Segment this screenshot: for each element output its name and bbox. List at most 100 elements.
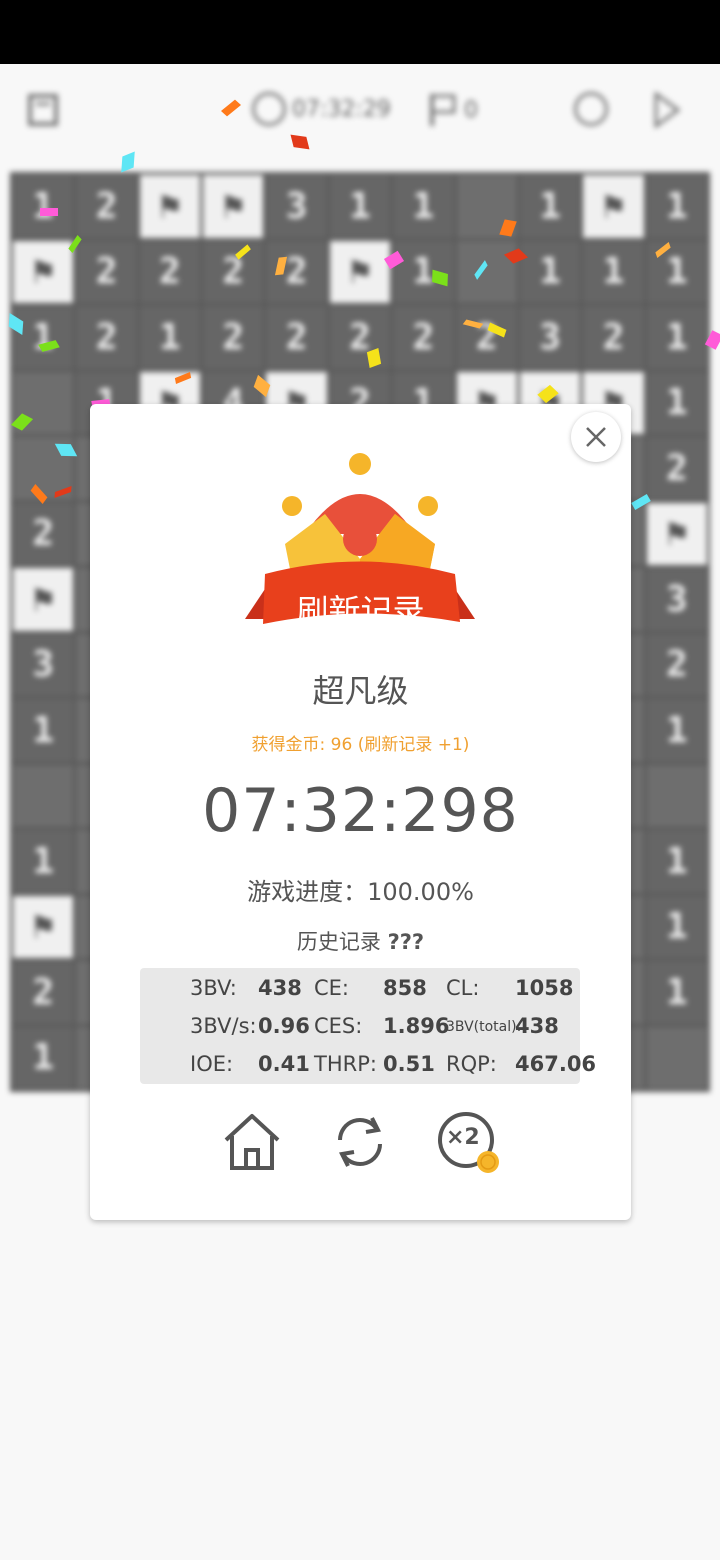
board-cell: ⚑ [203,175,264,238]
board-cell: 1 [646,240,707,303]
flag-icon [430,94,456,126]
confetti-piece [40,208,58,216]
board-cell: 1 [646,895,707,958]
stat-value: 858 [383,976,427,1000]
stats-row: 3BV: 438 CE: 858 CL: 1058 [140,976,580,1006]
board-cell: 2 [456,306,517,369]
flag-counter: 0 [428,92,478,128]
stat-label: IOE: [190,1052,234,1076]
stat-label: THRP: [314,1052,377,1076]
flag-count: 0 [464,97,478,123]
stat-value: 438 [258,976,302,1000]
board-cell: 1 [646,830,707,893]
home-button[interactable] [220,1110,284,1174]
board-cell: 1 [139,306,201,369]
board-cell: 3 [519,306,581,369]
board-cell: 1 [13,1026,74,1089]
restart-icon [338,1117,382,1167]
board-cell: 2 [76,240,137,303]
stat-label: RQP: [446,1052,497,1076]
play-icon[interactable] [652,92,682,128]
clock-icon [252,92,286,126]
board-cell: 1 [393,240,454,303]
stat-value: 0.41 [258,1052,310,1076]
board-cell: 2 [13,961,74,1024]
board-cell: 2 [266,306,327,369]
restart-button[interactable] [328,1110,392,1174]
stat-value: 0.96 [258,1014,310,1038]
board-cell [646,1026,707,1089]
board-cell: 1 [646,961,707,1024]
timer: 07:32:29 [252,92,391,126]
board-cell: 1 [13,175,74,238]
stats-row: IOE: 0.41 THRP: 0.51 RQP: 467.06 [140,1052,596,1082]
board-cell: 2 [76,306,137,369]
board-cell: 2 [203,306,264,369]
board-cell: 1 [329,175,391,238]
board-cell: 1 [646,371,707,434]
board-cell [456,240,517,303]
history-value: ??? [387,930,425,954]
board-cell: 1 [13,306,74,369]
board-cell: 1 [646,699,707,762]
game-progress: 游戏进度：100.00% [90,872,631,907]
stat-label: 3BV: [190,976,237,1000]
history-label: 历史记录 [296,930,388,954]
stat-value: 1.896 [383,1014,450,1038]
board-cell: 1 [646,175,707,238]
close-icon [586,427,606,447]
board-cell: 1 [519,240,581,303]
banner-title: 刷新记录 [296,592,425,630]
home-icon [224,1114,280,1170]
board-cell: 1 [519,175,581,238]
stats-panel: 3BV: 438 CE: 858 CL: 1058 3BV/s: 0.96 CE… [140,968,596,1084]
board-cell: 2 [13,502,74,565]
board-cell: 2 [329,306,391,369]
record-dialog: 刷新记录 超凡级 获得金币: 96 (刷新记录 +1) 07:32:298 游戏… [90,404,631,1220]
board-cell: ⚑ [646,502,707,565]
board-cell: ⚑ [139,175,201,238]
screen: { "game": { "top_time": "07:32:29", "top… [0,0,720,1560]
stat-value: 467.06 [515,1052,597,1076]
board-cell: 1 [393,175,454,238]
status-bar [0,0,720,64]
stat-label: 3BV(total): [446,1019,522,1035]
board-cell: ⚑ [13,240,74,303]
stat-label: CL: [446,976,480,1000]
board-cell: 1 [13,830,74,893]
board-cell: 1 [13,699,74,762]
board-cell: 2 [203,240,264,303]
board-cell: 1 [583,240,644,303]
stat-value: 0.51 [383,1052,435,1076]
board-cell: 3 [13,633,74,696]
board-cell: 2 [76,175,137,238]
board-cell: 2 [583,306,644,369]
coins-reward: 获得金币: 96 (刷新记录 +1) [251,735,470,755]
board-cell: 1 [646,306,707,369]
board-cell: 2 [646,437,707,500]
rank-title: 超凡级 [312,672,409,710]
progress-label: 游戏进度： [247,878,368,906]
stat-value: 438 [515,1014,559,1038]
stat-value: 1058 [515,976,574,1000]
board-cell [13,764,74,827]
progress-value: 100.00% [367,878,474,906]
finish-time: 07:32:298 [202,776,519,846]
board-cell: 2 [646,633,707,696]
action-bar: ×2 [90,1110,631,1180]
board-cell: ⚑ [13,568,74,631]
close-button[interactable] [571,412,621,462]
board-cell: 2 [393,306,454,369]
board-cell: 3 [266,175,327,238]
settings-icon[interactable] [574,92,608,126]
board-cell: 3 [646,568,707,631]
board-cell: ⚑ [329,240,391,303]
history-record: 历史记录 ??? [90,926,631,956]
board-cell: ⚑ [583,175,644,238]
menu-icon[interactable] [26,92,60,128]
double-coins-button[interactable]: ×2 [436,1110,500,1174]
game-top-bar: 07:32:29 0 [0,64,720,160]
stat-label: 3BV/s: [190,1014,257,1038]
board-cell: ⚑ [13,895,74,958]
stat-label: CES: [314,1014,363,1038]
